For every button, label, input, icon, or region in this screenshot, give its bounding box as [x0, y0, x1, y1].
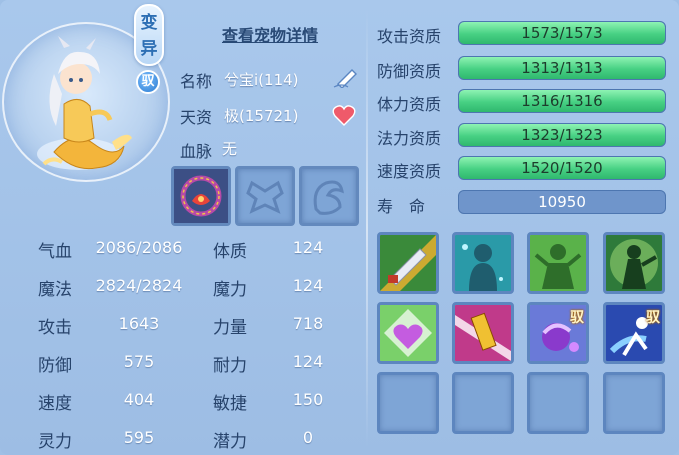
empty-skill-slot[interactable] [377, 372, 439, 434]
stat-value-5: 595 [123, 428, 155, 447]
stat-label-3: 防御 [38, 356, 72, 376]
heart-shield-skill-icon [380, 305, 436, 361]
stat-label2-5: 潜力 [213, 432, 247, 452]
stat-label-5: 灵力 [38, 432, 72, 452]
edit-name-icon[interactable] [332, 66, 360, 88]
name-label: 名称 [180, 72, 213, 91]
charm-slot-placeholder-icon [313, 180, 344, 215]
stat-value2-2: 718 [292, 314, 324, 333]
variant-badge-char-2: 异 [140, 39, 158, 59]
aptitude-label-0: 攻击资质 [377, 27, 442, 46]
stat-value-3: 575 [123, 352, 155, 371]
pet-mermaid-figure [37, 36, 132, 170]
stat-label2-0: 体质 [213, 242, 247, 262]
variant-badge: 变 异 [134, 4, 164, 66]
aptitude-value-1: 1313/1313 [521, 59, 603, 77]
panel-divider [366, 8, 368, 448]
collar-equipment-icon [174, 169, 228, 223]
aptitude-bar-4: 1520/1520 [458, 156, 666, 180]
stat-label2-3: 耐力 [213, 356, 247, 376]
shield-warrior-skill-icon [606, 235, 662, 291]
aptitude-bar-3: 1323/1323 [458, 123, 666, 147]
pet-info-panel: 变 异 驭 查看宠物详情 名称 兮宝i(114) 天资 极(15721) 血脉 … [0, 0, 679, 455]
sword-slash-skill-icon [380, 235, 436, 291]
talent-value: 极(15721) [224, 107, 299, 125]
water-spirit-skill-icon [455, 235, 511, 291]
stat-label-0: 气血 [38, 242, 72, 262]
empty-skill-slot[interactable] [603, 372, 665, 434]
variant-badge-char-1: 变 [140, 13, 158, 33]
stat-label-4: 速度 [38, 394, 72, 414]
aptitude-value-4: 1520/1520 [521, 159, 603, 177]
aptitude-label-4: 速度资质 [377, 162, 442, 181]
skill-slot-5[interactable] [452, 302, 514, 364]
stat-value2-1: 124 [292, 276, 324, 295]
stat-value-4: 404 [123, 390, 155, 409]
stat-label2-1: 魔力 [213, 280, 247, 300]
equip-slot-armor[interactable] [235, 166, 295, 226]
empty-skill-slot[interactable] [452, 372, 514, 434]
stat-value2-3: 124 [292, 352, 324, 371]
ride-skill-mark: 驭 [646, 310, 660, 326]
aptitude-value-0: 1573/1573 [521, 24, 603, 42]
stat-value-1: 2824/2824 [95, 276, 183, 295]
lifespan-value: 10950 [538, 193, 586, 211]
green-aura-skill-icon [530, 235, 586, 291]
stat-value2-0: 124 [292, 238, 324, 257]
empty-skill-slot[interactable] [527, 372, 589, 434]
stat-label-1: 魔法 [38, 280, 72, 300]
stat-value-2: 1643 [118, 314, 160, 333]
equip-slot-collar[interactable] [171, 166, 231, 226]
bloodline-value: 无 [222, 140, 238, 158]
ride-badge: 驭 [136, 70, 160, 94]
skill-slot-1[interactable] [452, 232, 514, 294]
equip-slot-charm[interactable] [299, 166, 359, 226]
skill-slot-6[interactable]: 驭 [527, 302, 589, 364]
armor-slot-placeholder-icon [246, 180, 284, 214]
talent-label: 天资 [180, 108, 213, 127]
aptitude-bar-0: 1573/1573 [458, 21, 666, 45]
aptitude-value-3: 1323/1323 [521, 126, 603, 144]
skill-slot-7[interactable]: 驭 [603, 302, 665, 364]
view-pet-details-link[interactable]: 查看宠物详情 [222, 22, 318, 46]
aptitude-bar-1: 1313/1313 [458, 56, 666, 80]
heart-icon[interactable] [332, 104, 356, 126]
ride-skill-mark: 驭 [570, 310, 584, 326]
skill-slot-3[interactable] [603, 232, 665, 294]
pet-name-value: 兮宝i(114) [224, 71, 299, 89]
stat-label2-2: 力量 [213, 318, 247, 338]
aptitude-label-2: 体力资质 [377, 95, 442, 114]
aptitude-label-3: 法力资质 [377, 129, 442, 148]
stat-value2-4: 150 [292, 390, 324, 409]
lifespan-bar: 10950 [458, 190, 666, 214]
golden-blade-skill-icon [455, 305, 511, 361]
stat-value2-5: 0 [302, 428, 314, 447]
skill-slot-2[interactable] [527, 232, 589, 294]
skill-slot-0[interactable] [377, 232, 439, 294]
aptitude-bar-2: 1316/1316 [458, 89, 666, 113]
stat-value-0: 2086/2086 [95, 238, 183, 257]
lifespan-label: 寿 命 [377, 197, 426, 216]
stat-label2-4: 敏捷 [213, 394, 247, 414]
skill-slot-4[interactable] [377, 302, 439, 364]
aptitude-value-2: 1316/1316 [521, 92, 603, 110]
stat-label-2: 攻击 [38, 318, 72, 338]
aptitude-label-1: 防御资质 [377, 62, 442, 81]
bloodline-label: 血脉 [180, 142, 213, 161]
